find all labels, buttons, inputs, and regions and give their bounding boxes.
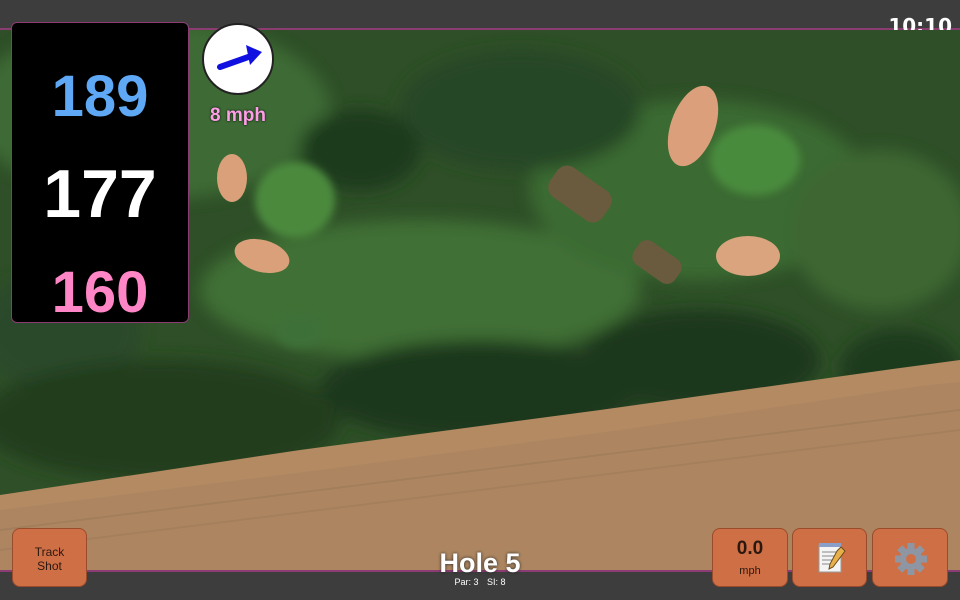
settings-button[interactable]: [872, 528, 948, 587]
speed-unit: mph: [739, 565, 761, 577]
distance-panel: 189 177 160: [11, 22, 189, 325]
distance-front: 160: [51, 260, 149, 325]
track-shot-label-line2: Shot: [37, 559, 62, 573]
speed-value: 0.0: [736, 538, 764, 559]
gear-icon: [895, 543, 927, 575]
notes-button[interactable]: [792, 528, 867, 587]
track-shot-button[interactable]: Track Shot: [12, 528, 87, 587]
hole-meta: Par: 3 SI: 8: [400, 577, 560, 587]
hole-stroke-index: SI: 8: [487, 577, 506, 587]
speed-button[interactable]: 0.0 mph: [712, 528, 788, 587]
wind-speed-label: 8 mph: [210, 105, 266, 126]
distance-back: 189: [51, 64, 149, 129]
distance-middle: 177: [43, 156, 157, 232]
wind-direction-arrow-icon: [217, 45, 262, 70]
wind-indicator: [202, 23, 274, 95]
hole-par: Par: 3: [454, 577, 479, 587]
notepad-icon: [818, 543, 846, 573]
track-shot-label-line1: Track: [34, 545, 65, 559]
hole-title: Hole 5: [439, 548, 521, 578]
